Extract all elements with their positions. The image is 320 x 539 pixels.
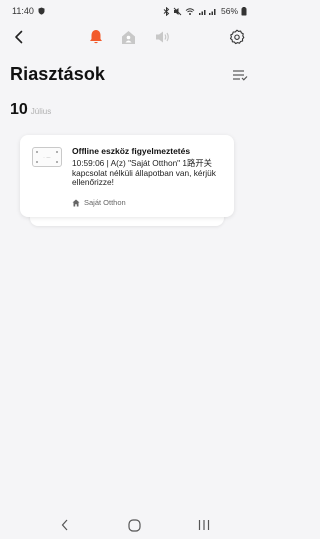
- tab-messages[interactable]: [152, 24, 174, 50]
- bell-icon: [90, 30, 102, 44]
- alerts-screen: 11:40 56% Riasztások 10 Július ·· ·—· Of…: [0, 0, 255, 539]
- recent-apps-icon: [198, 520, 210, 530]
- status-bar: 11:40 56%: [0, 0, 255, 22]
- filter-list-icon: [233, 70, 248, 81]
- battery-percent: 56%: [220, 6, 238, 16]
- status-left: 11:40: [12, 6, 45, 16]
- speaker-icon: [156, 31, 169, 43]
- mute-icon: [173, 7, 182, 15]
- tab-alerts[interactable]: [86, 24, 106, 50]
- page-title: Riasztások: [10, 64, 106, 84]
- back-button[interactable]: [8, 24, 30, 50]
- home-person-icon: [121, 30, 135, 44]
- location-label: Saját Otthon: [84, 198, 126, 207]
- gear-icon: [229, 29, 245, 45]
- system-back-button[interactable]: [58, 516, 72, 534]
- notification-location: Saját Otthon: [72, 198, 126, 207]
- notification-message: 10:59:06 | A(z) "Saját Otthon" 1路开关 kapc…: [72, 158, 216, 188]
- battery-icon: [241, 6, 247, 15]
- bluetooth-icon: [163, 6, 170, 16]
- system-recent-apps-button[interactable]: [196, 516, 212, 534]
- chevron-left-icon: [15, 30, 23, 44]
- filter-button[interactable]: [232, 68, 248, 82]
- top-navigation: [0, 24, 255, 50]
- back-chevron-icon: [61, 519, 68, 531]
- system-home-button[interactable]: [127, 516, 141, 534]
- wifi-icon: [185, 7, 195, 15]
- status-right: 56%: [163, 6, 247, 16]
- status-time: 11:40: [12, 6, 34, 16]
- home-icon: [72, 199, 80, 206]
- settings-button[interactable]: [226, 24, 248, 50]
- signal-icon: [198, 8, 216, 15]
- date-day: 10: [10, 101, 28, 118]
- shield-icon: [38, 7, 45, 15]
- notification-card[interactable]: ·· ·—· Offline eszköz figyelmeztetés 10:…: [20, 135, 234, 217]
- notification-title: Offline eszköz figyelmeztetés: [72, 146, 191, 156]
- home-circle-icon: [127, 518, 141, 532]
- date-group-header: 10 Július: [10, 101, 51, 119]
- device-thumbnail-icon: ·· ·—·: [32, 147, 62, 167]
- system-navigation-bar: [0, 512, 255, 539]
- tab-home[interactable]: [118, 24, 138, 50]
- date-month: Július: [30, 107, 52, 116]
